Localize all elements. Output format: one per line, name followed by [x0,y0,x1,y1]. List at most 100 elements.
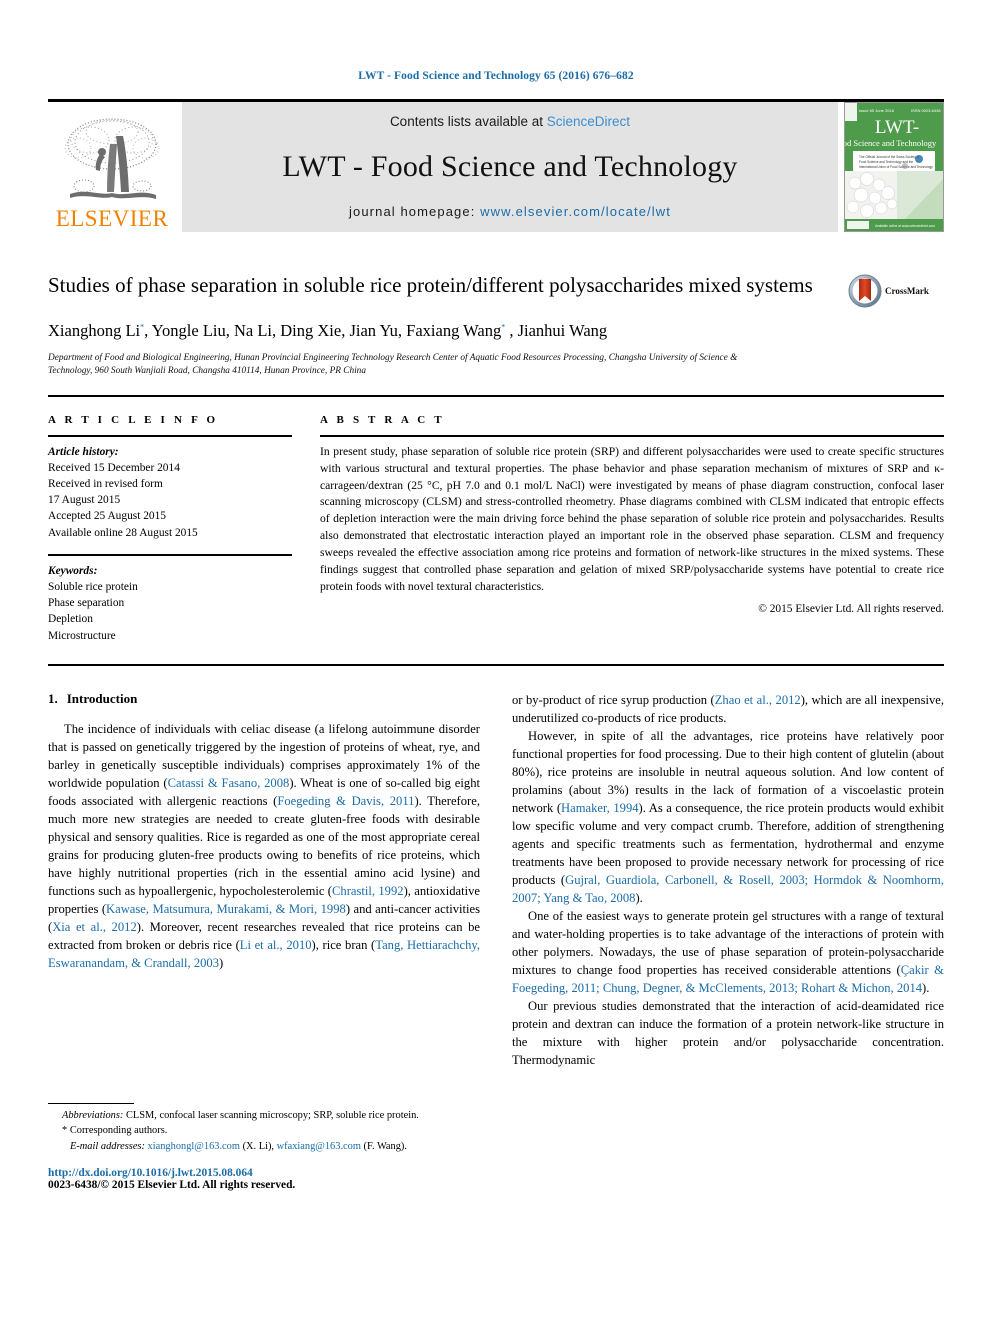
author-name: Faxiang Wang [406,320,502,340]
author-name: Yongle Liu [151,320,226,340]
intro-paragraph-right-2: However, in spite of all the advantages,… [512,727,944,907]
paragraph-text: ), rice bran ( [311,937,376,952]
svg-text:Food Science and Technology: Food Science and Technology [845,138,937,148]
abstract-copyright: © 2015 Elsevier Ltd. All rights reserved… [758,602,944,615]
citation-link[interactable]: Xia et al., 2012 [52,920,137,934]
intro-paragraph-left: The incidence of individuals with celiac… [48,720,480,972]
svg-text:LWT-: LWT- [875,117,919,138]
history-item: Received 15 December 2014 [48,461,180,474]
history-item: 17 August 2015 [48,494,121,507]
citation-link[interactable]: Zhao et al., 2012 [715,693,801,707]
divider-above-body [48,663,944,666]
paragraph-text: ). [635,890,643,905]
article-info-section: A R T I C L E I N F O Article history: R… [48,414,292,644]
cover-artwork: Issue 65 June 2016 ISSN 0023-6438 LWT- F… [845,103,943,231]
abstract-heading: A B S T R A C T [320,413,445,426]
homepage-prefix: journal homepage: [349,204,481,219]
article-history-label: Article history: [48,445,119,458]
footnote-rule [48,1103,134,1105]
left-column: 1. Introduction The incidence of individu… [48,691,480,1191]
intro-paragraph-right-4: Our previous studies demonstrated that t… [512,997,944,1069]
intro-paragraph-right-3: One of the easiest ways to generate prot… [512,907,944,997]
issn-copyright: 0023-6438/© 2015 Elsevier Ltd. All right… [48,1178,296,1191]
abbreviations-label: Abbreviations: [62,1110,124,1122]
journal-title: LWT - Food Science and Technology [282,149,738,183]
section-heading-introduction: 1. Introduction [48,691,480,707]
abstract-section: A B S T R A C T In present study, phase … [320,414,944,644]
corresponding-text: Corresponding authors. [69,1125,168,1137]
abstract-rule [320,434,944,437]
footnote-block: Abbreviations: CLSM, confocal laser scan… [48,1103,480,1191]
corresponding-footnote: * Corresponding authors. [48,1123,480,1138]
email-footnote: E-mail addresses: xianghongl@163.com (X.… [70,1140,408,1152]
keyword-item: Depletion [48,613,93,626]
elsevier-wordmark: ELSEVIER [55,206,169,231]
author-name: Na Li [233,320,273,340]
abbreviations-footnote: Abbreviations: CLSM, confocal laser scan… [48,1108,480,1123]
paragraph-text: or by-product of rice syrup production ( [512,692,715,707]
svg-text:Available online at www.scienc: Available online at www.sciencedirect.co… [875,224,935,228]
citation-link[interactable]: Kawase, Matsumura, Murakami, & Mori, 199… [106,902,346,916]
svg-text:International Union of Food Sc: International Union of Food Science and … [859,165,933,169]
keyword-item: Phase separation [48,597,125,610]
article-history: Article history: Received 15 December 20… [48,444,292,541]
sciencedirect-link[interactable]: ScienceDirect [547,114,630,129]
keywords-label: Keywords: [48,564,98,577]
citation-link[interactable]: Foegeding & Davis, 2011 [277,794,414,808]
author-list: Xianghong Li*, Yongle Liu, Na Li, Ding X… [48,320,608,340]
crossmark-badge[interactable]: CrossMark [848,272,944,308]
contents-available-line: Contents lists available at ScienceDirec… [390,114,630,129]
citation-link[interactable]: Catassi & Fasano, 2008 [168,776,290,790]
paragraph-text: Our previous studies demonstrated that t… [512,998,944,1067]
author-name: Jian Yu [349,320,398,340]
journal-homepage-line: journal homepage: www.elsevier.com/locat… [349,204,671,219]
article-info-rule [48,434,292,437]
citation-link[interactable]: Hamaker, 1994 [561,801,639,815]
keywords-section: Keywords: Soluble rice protein Phase sep… [48,563,292,644]
keywords-rule [48,553,292,556]
keyword-item: Soluble rice protein [48,580,138,593]
svg-text:Issue 65 June 2016: Issue 65 June 2016 [859,108,895,113]
affiliation: Department of Food and Biological Engine… [48,352,738,377]
journal-band: Contents lists available at ScienceDirec… [182,102,838,232]
homepage-link[interactable]: www.elsevier.com/locate/lwt [480,204,671,219]
journal-masthead: ELSEVIER Contents lists available at Sci… [48,99,944,232]
author-name: Jianhui Wang [517,320,608,340]
elsevier-logo: ELSEVIER [48,102,176,232]
crossmark-icon [848,274,882,308]
info-and-abstract: A R T I C L E I N F O Article history: R… [48,414,944,644]
history-item: Accepted 25 August 2015 [48,510,166,523]
page-title: Studies of phase separation in soluble r… [48,273,813,297]
article-info-heading: A R T I C L E I N F O [48,413,219,426]
citation-link[interactable]: Li et al., 2010 [240,938,312,952]
paragraph-text: ) [219,955,224,970]
email-label: E-mail addresses: [70,1140,145,1152]
svg-text:ISSN 0023-6438: ISSN 0023-6438 [911,108,941,113]
body-columns: 1. Introduction The incidence of individu… [48,691,944,1191]
history-item: Available online 28 August 2015 [48,526,198,539]
divider-above-info [48,394,944,397]
paragraph-text: One of the easiest ways to generate prot… [512,908,944,977]
section-label: Introduction [66,690,138,706]
author-name: Ding Xie [280,320,342,340]
svg-text:The Official Journal of the Sw: The Official Journal of the Swiss Societ… [859,155,919,159]
citation-link[interactable]: Gujral, Guardiola, Carbonell, & Rosell, … [512,873,944,905]
email-link[interactable]: wfaxiang@163.com [277,1141,361,1152]
abbreviations-text: CLSM, confocal laser scanning microscopy… [123,1110,419,1122]
paragraph-text: ). [922,980,930,995]
email-link[interactable]: xianghongl@163.com [148,1141,240,1152]
citation-link[interactable]: Chrastil, 1992 [332,884,404,898]
doi-link[interactable]: http://dx.doi.org/10.1016/j.lwt.2015.08.… [48,1167,480,1179]
crossmark-label: CrossMark [885,286,929,296]
asterisk-marker: * [62,1125,68,1137]
section-number: 1. [48,690,58,706]
right-column: or by-product of rice syrup production (… [512,691,944,1191]
corresponding-marker: * [501,322,506,332]
paper-page: LWT - Food Science and Technology 65 (20… [0,0,992,1323]
abstract-text: In present study, phase separation of so… [320,444,944,594]
title-block: Studies of phase separation in soluble r… [48,272,944,379]
email-person: (F. Wang) [363,1140,405,1152]
corresponding-marker: * [140,322,145,332]
history-item: Received in revised form [48,478,163,491]
intro-paragraph-right-1: or by-product of rice syrup production (… [512,691,944,727]
